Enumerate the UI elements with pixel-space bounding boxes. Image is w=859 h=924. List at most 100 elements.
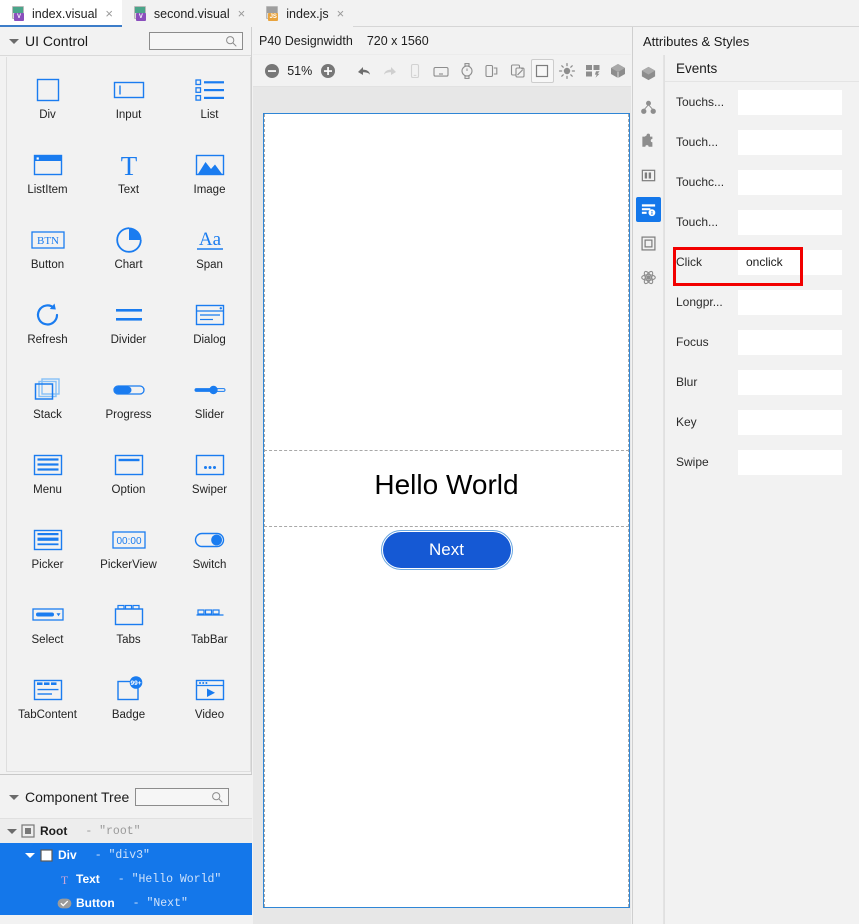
foldable-preview-button[interactable] bbox=[479, 58, 505, 84]
menu-icon bbox=[32, 446, 64, 484]
brightness-button[interactable] bbox=[554, 58, 580, 84]
multi-device-button[interactable] bbox=[505, 58, 531, 84]
event-handler-input[interactable] bbox=[738, 169, 842, 195]
palette-item-progress[interactable]: Progress bbox=[88, 371, 169, 434]
editor-tab-close-icon[interactable]: × bbox=[105, 7, 113, 20]
tablet-preview-button[interactable] bbox=[428, 58, 454, 84]
rail-plugin-button[interactable] bbox=[636, 129, 661, 154]
attributes-styles-title: Attributes & Styles bbox=[633, 27, 859, 55]
palette-item-select[interactable]: Select bbox=[7, 596, 88, 659]
palette-item-pickerview[interactable]: 00:00 PickerView bbox=[88, 521, 169, 584]
palette-item-menu[interactable]: Menu bbox=[7, 446, 88, 509]
palette-item-label: Swiper bbox=[191, 484, 228, 496]
tree-node-twisty[interactable] bbox=[4, 823, 20, 839]
tree-node-twisty[interactable] bbox=[40, 895, 56, 911]
palette-item-switch[interactable]: Switch bbox=[169, 521, 250, 584]
palette-item-label: Tabs bbox=[116, 634, 141, 646]
canvas-panel: P40 Designwidth 720 x 1560 51% Hello Wor… bbox=[253, 27, 631, 924]
component-tree-collapse-twisty[interactable] bbox=[6, 790, 20, 804]
component-tree-search-input[interactable] bbox=[135, 787, 229, 806]
3d-view-button[interactable] bbox=[605, 58, 631, 84]
palette-item-button[interactable]: BTN Button bbox=[7, 221, 88, 284]
palette-item-swiper[interactable]: Swiper bbox=[169, 446, 250, 509]
event-handler-input[interactable] bbox=[738, 449, 842, 475]
palette-item-dialog[interactable]: Dialog bbox=[169, 296, 250, 359]
event-handler-input[interactable] bbox=[738, 89, 842, 115]
palette-item-span[interactable]: Aa Span bbox=[169, 221, 250, 284]
editor-tab-close-icon[interactable]: × bbox=[238, 7, 246, 20]
ui-control-title: UI Control bbox=[25, 33, 89, 49]
tabcontent-icon bbox=[32, 671, 64, 709]
rail-styles-button[interactable] bbox=[636, 231, 661, 256]
ui-control-header[interactable]: UI Control bbox=[0, 27, 251, 56]
rail-animation-button[interactable] bbox=[636, 265, 661, 290]
layout-button[interactable] bbox=[580, 58, 606, 84]
preview-button-component[interactable]: Next bbox=[380, 530, 513, 570]
palette-item-label: Span bbox=[196, 259, 223, 271]
tree-node-text[interactable]: T Text - "Hello World" bbox=[0, 867, 252, 891]
preview-text-component[interactable]: Hello World bbox=[264, 469, 629, 501]
editor-tab-second-visual[interactable]: Vsecond.visual × bbox=[121, 0, 255, 27]
component-tree-header[interactable]: Component Tree bbox=[0, 775, 252, 819]
watch-preview-button[interactable] bbox=[454, 58, 480, 84]
ui-control-collapse-twisty[interactable] bbox=[6, 34, 20, 48]
phone-preview-button[interactable] bbox=[402, 58, 428, 84]
event-handler-input[interactable] bbox=[738, 209, 842, 235]
tree-node-div[interactable]: Div - "div3" bbox=[0, 843, 252, 867]
event-label: Touchs... bbox=[676, 95, 725, 109]
tree-node-button[interactable]: Button - "Next" bbox=[0, 891, 252, 915]
palette-item-tabs[interactable]: Tabs bbox=[88, 596, 169, 659]
design-canvas[interactable]: Hello World Next bbox=[253, 87, 631, 924]
event-handler-input[interactable] bbox=[738, 289, 842, 315]
tree-node-root[interactable]: Root - "root" bbox=[0, 819, 252, 843]
undo-button[interactable] bbox=[351, 58, 377, 84]
palette-item-div[interactable]: Div bbox=[7, 71, 88, 134]
editor-tab-index-js[interactable]: JS index.js × bbox=[254, 0, 354, 27]
event-row-blur: Blur bbox=[665, 362, 859, 402]
zoom-out-button[interactable] bbox=[259, 58, 285, 84]
rail-events-button[interactable] bbox=[635, 197, 661, 222]
event-handler-input[interactable] bbox=[738, 329, 842, 355]
tree-node-twisty[interactable] bbox=[22, 847, 38, 863]
palette-item-listitem[interactable]: ListItem bbox=[7, 146, 88, 209]
palette-item-label: Image bbox=[193, 184, 226, 196]
palette-item-tabbar[interactable]: TabBar bbox=[169, 596, 250, 659]
palette-item-divider[interactable]: Divider bbox=[88, 296, 169, 359]
frame-button[interactable] bbox=[530, 58, 555, 83]
palette-item-option[interactable]: Option bbox=[88, 446, 169, 509]
palette-item-stack[interactable]: Stack bbox=[7, 371, 88, 434]
palette-item-image[interactable]: Image bbox=[169, 146, 250, 209]
tabbar-icon bbox=[194, 596, 226, 634]
editor-tab-close-icon[interactable]: × bbox=[337, 7, 345, 20]
palette-item-tabcontent[interactable]: TabContent bbox=[7, 671, 88, 734]
visual-file-icon: V bbox=[11, 6, 26, 21]
event-handler-input[interactable] bbox=[738, 249, 842, 275]
device-preview-frame[interactable]: Hello World Next bbox=[263, 113, 630, 908]
rail-nodes-button[interactable] bbox=[636, 95, 661, 120]
palette-item-video[interactable]: Video bbox=[169, 671, 250, 734]
redo-button[interactable] bbox=[377, 58, 403, 84]
option-icon bbox=[113, 446, 145, 484]
rail-layout-button[interactable] bbox=[636, 163, 661, 188]
palette-item-picker[interactable]: Picker bbox=[7, 521, 88, 584]
progress-icon bbox=[112, 371, 146, 409]
palette-item-text[interactable]: T Text bbox=[88, 146, 169, 209]
palette-item-badge[interactable]: 99+ Badge bbox=[88, 671, 169, 734]
button-icon: BTN bbox=[30, 221, 66, 259]
palette-item-list[interactable]: List bbox=[169, 71, 250, 134]
palette-item-chart[interactable]: Chart bbox=[88, 221, 169, 284]
event-handler-input[interactable] bbox=[738, 409, 842, 435]
palette-item-refresh[interactable]: Refresh bbox=[7, 296, 88, 359]
editor-tab-label: index.visual bbox=[32, 6, 98, 21]
editor-tab-index-visual[interactable]: Vindex.visual × bbox=[0, 0, 122, 27]
palette-item-slider[interactable]: Slider bbox=[169, 371, 250, 434]
palette-item-input[interactable]: Input bbox=[88, 71, 169, 134]
select-icon bbox=[31, 596, 65, 634]
ui-control-search-input[interactable] bbox=[149, 32, 243, 50]
zoom-in-button[interactable] bbox=[315, 58, 341, 84]
palette-item-label: Refresh bbox=[27, 334, 68, 346]
event-handler-input[interactable] bbox=[738, 129, 842, 155]
rail-3d-view-button[interactable] bbox=[636, 61, 661, 86]
event-handler-input[interactable] bbox=[738, 369, 842, 395]
tree-node-twisty[interactable] bbox=[40, 871, 56, 887]
